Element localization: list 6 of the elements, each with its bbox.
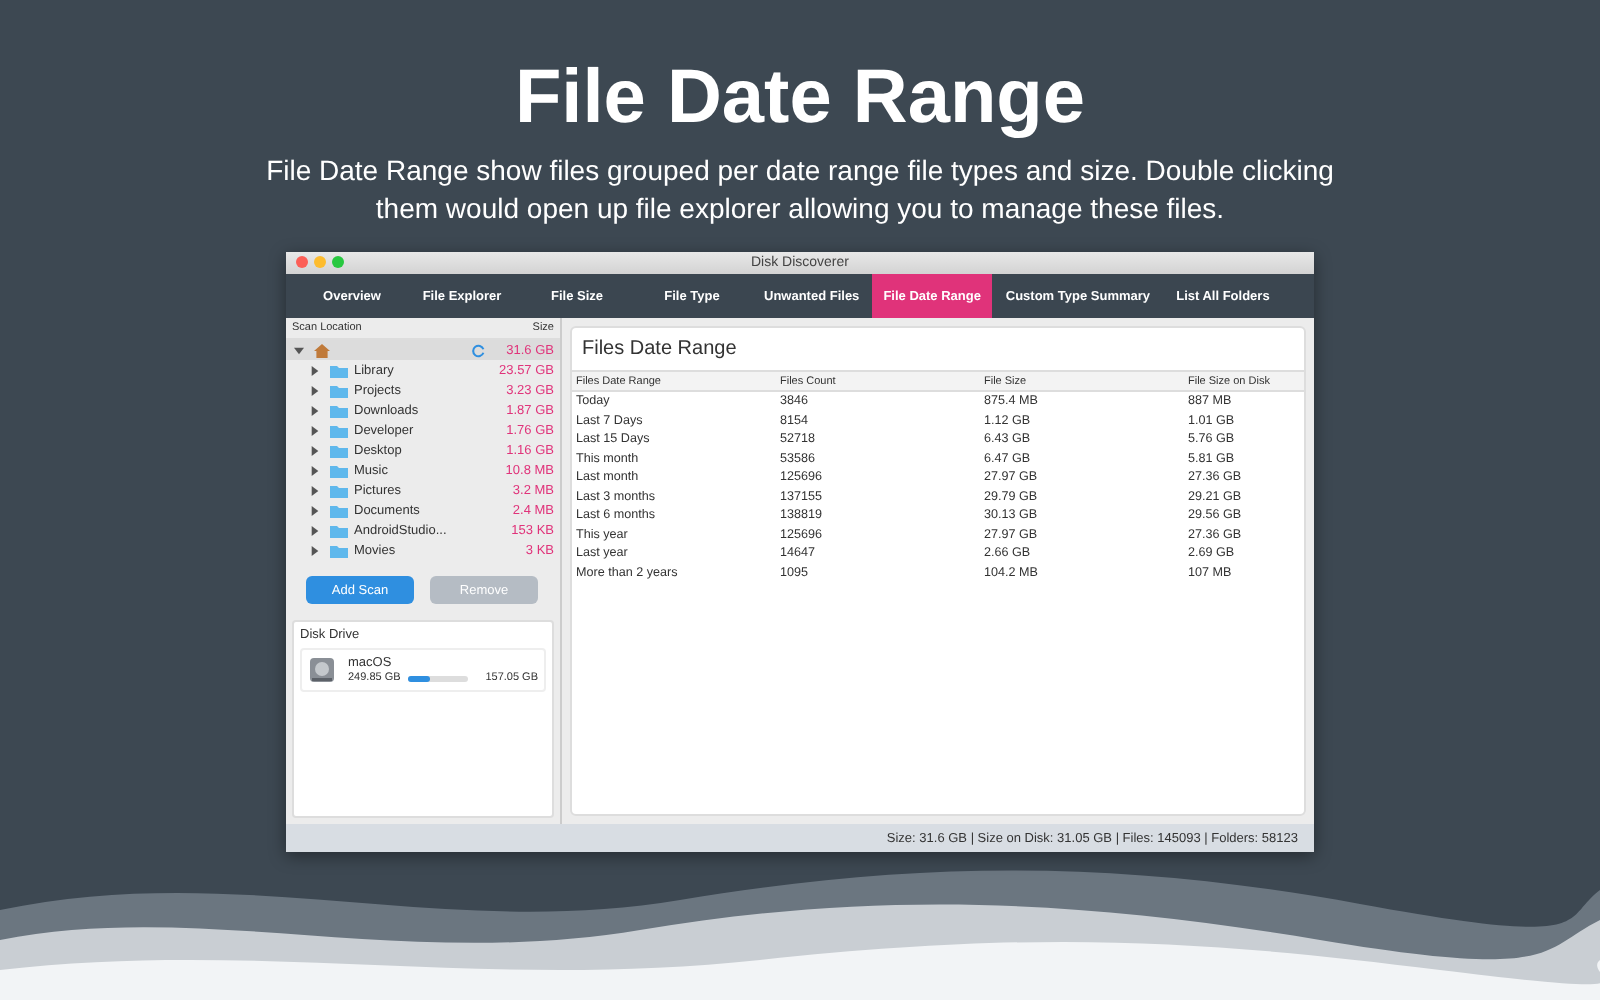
subtitle: File Date Range show files grouped per date range file types and size. Double clicking them would open up file explorer allowing you to manage these files.: [264, 152, 1336, 228]
hard-drive-icon: [308, 656, 336, 684]
panel-title: Files Date Range: [580, 336, 739, 364]
home-icon: [314, 343, 330, 357]
headline: File Date Range: [514, 56, 1086, 140]
disclosure-triangle-icon[interactable]: [294, 345, 304, 355]
